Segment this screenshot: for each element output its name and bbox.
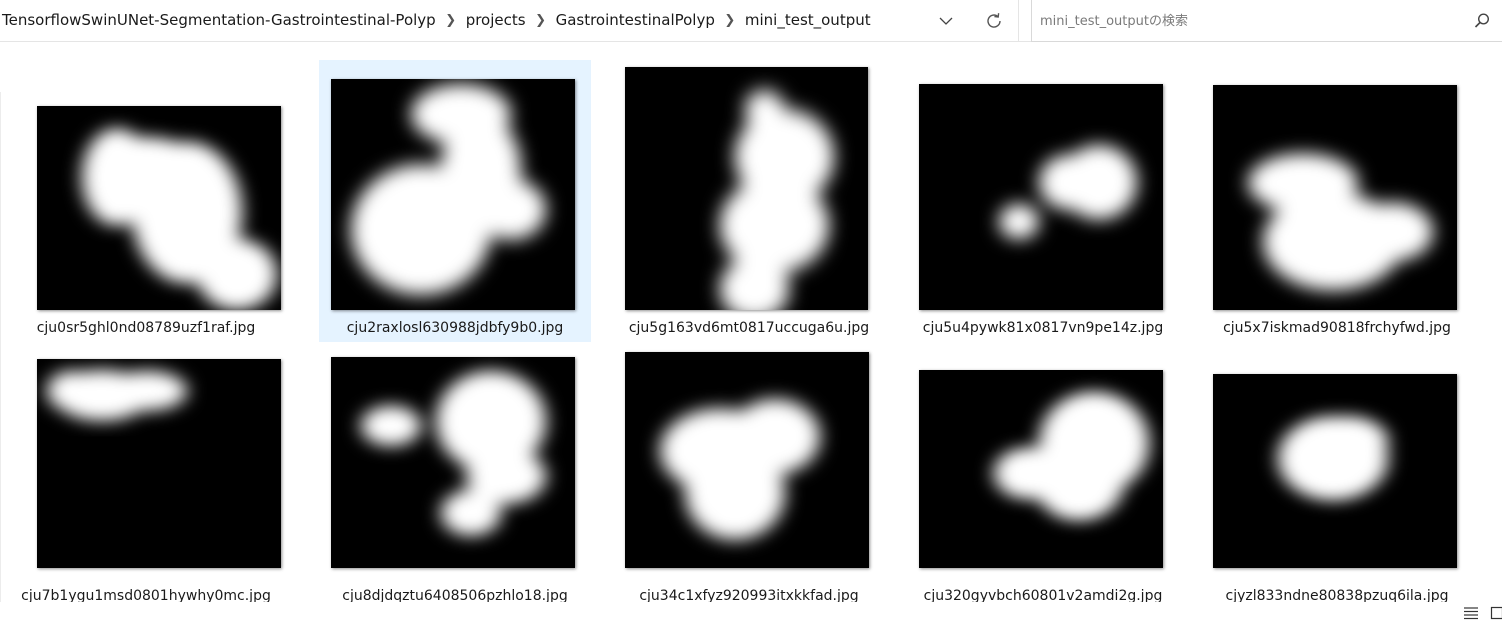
mask-image <box>331 357 575 568</box>
file-item[interactable]: cju0sr5ghl0nd08789uzf1raf.jpg <box>10 60 282 342</box>
search-box <box>1031 0 1502 42</box>
file-item[interactable]: cju7b1ygu1msd0801hywhy0mc.jpg <box>10 350 282 602</box>
file-item[interactable]: cju5g163vd6mt0817uccuga6u.jpg <box>613 60 885 342</box>
refresh-icon <box>987 13 1001 28</box>
mask-image <box>625 352 869 568</box>
file-name: cju8djdqztu6408506pzhlo18.jpg <box>342 588 568 602</box>
file-item[interactable]: cjyzl833ndne80838pzuq6ila.jpg <box>1201 350 1473 602</box>
search-icon[interactable] <box>1472 11 1492 31</box>
file-thumbnail <box>919 84 1163 310</box>
chevron-right-icon[interactable]: ❯ <box>528 13 554 28</box>
file-item[interactable]: cju5u4pywk81x0817vn9pe14z.jpg <box>907 60 1179 342</box>
file-thumbnail <box>625 352 869 568</box>
file-thumbnail <box>37 359 281 568</box>
mask-image <box>919 370 1163 568</box>
large-icons-view-icon[interactable] <box>1490 605 1502 621</box>
refresh-button[interactable] <box>978 5 1010 37</box>
mask-image <box>625 67 868 310</box>
mask-image <box>919 84 1163 310</box>
file-item[interactable]: cju5x7iskmad90818frchyfwd.jpg <box>1201 60 1473 342</box>
file-thumbnail <box>331 79 575 310</box>
file-item[interactable]: cju320gyvbch60801v2amdi2g.jpg <box>907 350 1179 602</box>
file-name: cjyzl833ndne80838pzuq6ila.jpg <box>1225 588 1449 602</box>
chevron-right-icon[interactable]: ❯ <box>438 13 464 28</box>
chevron-right-icon[interactable]: ❯ <box>717 13 743 28</box>
file-list-view: cju0sr5ghl0nd08789uzf1raf.jpg cju2raxlosl… <box>0 42 1502 602</box>
address-history-button[interactable] <box>930 6 962 36</box>
toolbar-divider <box>1018 0 1019 42</box>
breadcrumb-item-root[interactable]: TensorflowSwinUNet-Segmentation-Gastroin… <box>0 11 438 29</box>
mask-image <box>1213 374 1457 568</box>
mask-image <box>37 359 281 568</box>
breadcrumb: TensorflowSwinUNet-Segmentation-Gastroin… <box>0 0 873 40</box>
file-thumbnail <box>37 106 281 310</box>
chevron-down-icon <box>939 17 953 25</box>
file-thumbnail <box>1213 85 1457 310</box>
file-thumbnail <box>625 67 868 310</box>
file-name: cju5g163vd6mt0817uccuga6u.jpg <box>628 320 870 336</box>
file-item[interactable]: cju8djdqztu6408506pzhlo18.jpg <box>319 350 591 602</box>
file-name: cju5u4pywk81x0817vn9pe14z.jpg <box>922 320 1164 336</box>
breadcrumb-item-current[interactable]: mini_test_output <box>743 11 873 29</box>
pane-edge <box>0 92 1 602</box>
status-bar <box>0 602 1502 623</box>
mask-image <box>331 79 575 310</box>
mask-image <box>37 106 281 310</box>
file-name: cju320gyvbch60801v2amdi2g.jpg <box>923 588 1163 602</box>
file-name: cju2raxlosl630988jdbfy9b0.jpg <box>346 320 564 336</box>
file-thumbnail <box>331 357 575 568</box>
file-item[interactable]: cju2raxlosl630988jdbfy9b0.jpg <box>319 60 591 342</box>
search-input[interactable] <box>1040 9 1460 33</box>
file-thumbnail <box>919 370 1163 568</box>
breadcrumb-item-projects[interactable]: projects <box>464 11 528 29</box>
file-item[interactable]: cju34c1xfyz920993itxkkfad.jpg <box>613 350 885 602</box>
file-thumbnail <box>1213 374 1457 568</box>
file-name: cju7b1ygu1msd0801hywhy0mc.jpg <box>21 588 271 602</box>
details-view-icon[interactable] <box>1462 605 1480 621</box>
mask-image <box>1213 85 1457 310</box>
vertical-scrollbar[interactable] <box>1488 42 1502 602</box>
file-name: cju5x7iskmad90818frchyfwd.jpg <box>1223 320 1451 336</box>
address-bar: TensorflowSwinUNet-Segmentation-Gastroin… <box>0 0 1502 42</box>
breadcrumb-item-gastrointestinalpolyp[interactable]: GastrointestinalPolyp <box>554 11 717 29</box>
file-name: cju0sr5ghl0nd08789uzf1raf.jpg <box>36 320 256 336</box>
file-name: cju34c1xfyz920993itxkkfad.jpg <box>639 588 859 602</box>
